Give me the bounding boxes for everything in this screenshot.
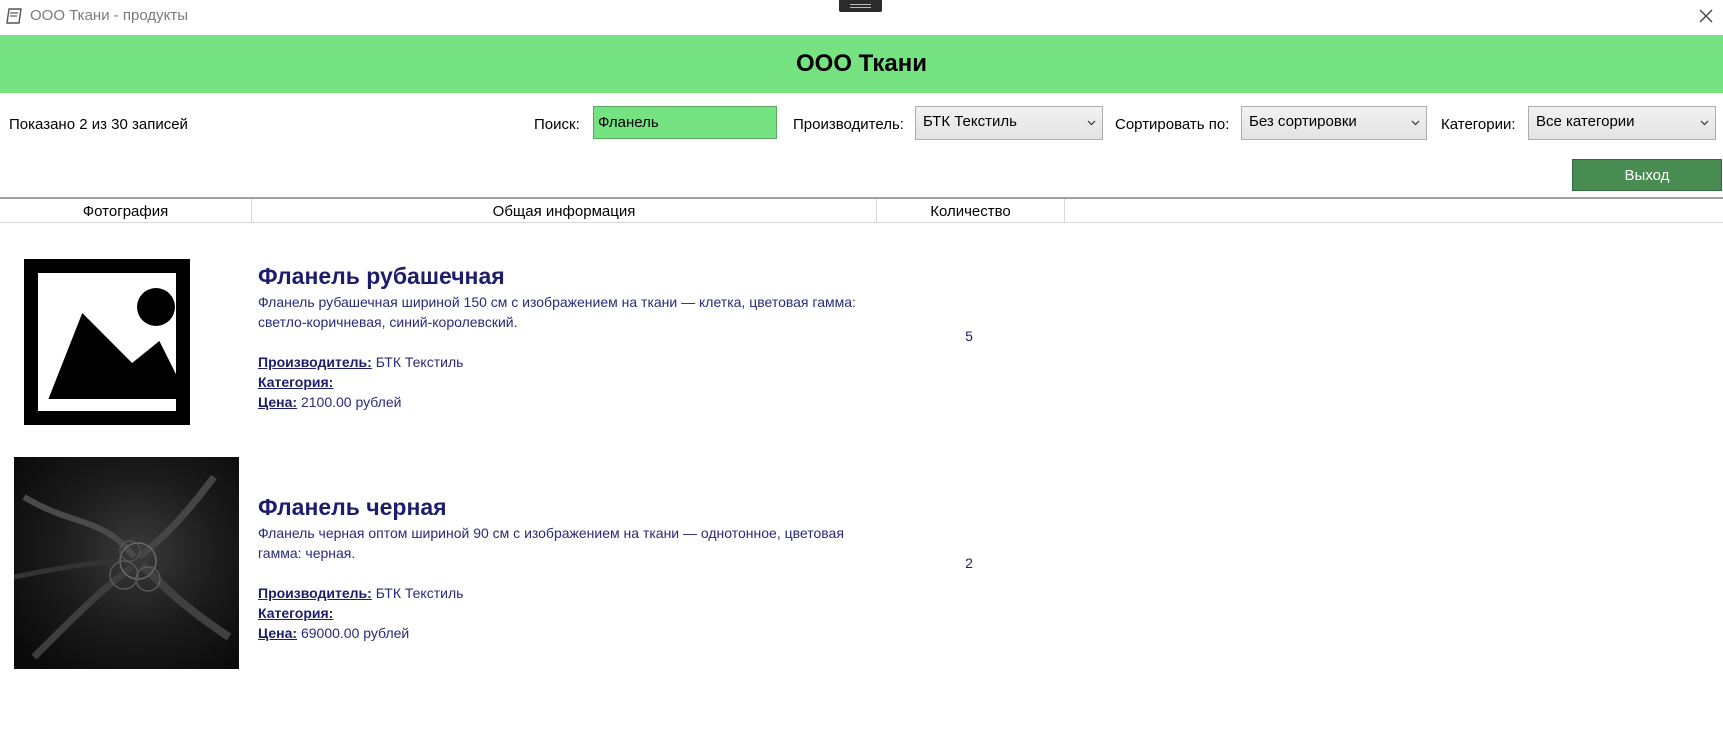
chevron-down-icon	[1700, 120, 1709, 126]
manufacturer-label: Производитель:	[793, 116, 904, 133]
search-label: Поиск:	[534, 116, 580, 133]
product-category: Категория:	[258, 603, 858, 623]
table-row[interactable]: Фланель черная Фланель черная оптом шири…	[0, 455, 1723, 675]
manufacturer-field-label: Производитель:	[258, 585, 372, 601]
window-title: ООО Ткани - продукты	[30, 7, 189, 24]
product-manufacturer: Производитель: БТК Текстиль	[258, 583, 858, 603]
product-description: Фланель рубашечная шириной 150 см с изоб…	[258, 294, 856, 330]
table-row[interactable]: Фланель рубашечная Фланель рубашечная ши…	[0, 228, 1723, 450]
app-header: ООО Ткани	[0, 35, 1723, 93]
price-field-label: Цена:	[258, 625, 298, 641]
black-fabric-photo	[14, 457, 239, 669]
price-field-value: 2100.00 рублей	[300, 394, 402, 410]
product-description: Фланель черная оптом шириной 90 см с изо…	[258, 525, 844, 561]
product-quantity: 2	[965, 555, 973, 571]
price-field-label: Цена:	[258, 394, 298, 410]
sort-label: Сортировать по:	[1115, 116, 1230, 133]
app-icon	[6, 8, 22, 24]
drag-handle[interactable]	[839, 0, 882, 12]
sort-select[interactable]: Без сортировки	[1241, 106, 1427, 140]
exit-button[interactable]: Выход	[1572, 159, 1722, 191]
product-quantity: 5	[965, 328, 973, 344]
product-info: Фланель черная Фланель черная оптом шири…	[258, 493, 858, 643]
grid-header: Фотография Общая информация Количество	[0, 197, 1723, 223]
product-price: Цена: 69000.00 рублей	[258, 623, 858, 643]
manufacturer-field-label: Производитель:	[258, 354, 372, 370]
category-select-value: Все категории	[1536, 113, 1635, 130]
product-category: Категория:	[258, 372, 858, 392]
manufacturer-field-value: БТК Текстиль	[375, 354, 464, 370]
category-label: Категории:	[1441, 116, 1516, 133]
records-count-label: Показано 2 из 30 записей	[9, 116, 188, 133]
product-manufacturer: Производитель: БТК Текстиль	[258, 352, 858, 372]
category-field-label: Категория:	[258, 374, 334, 390]
close-icon[interactable]	[1694, 4, 1718, 28]
product-name: Фланель рубашечная	[258, 263, 505, 289]
category-field-label: Категория:	[258, 605, 334, 621]
search-input[interactable]	[593, 106, 777, 139]
manufacturer-field-value: БТК Текстиль	[375, 585, 464, 601]
image-placeholder-icon	[24, 259, 190, 425]
product-name: Фланель черная	[258, 494, 447, 520]
category-select[interactable]: Все категории	[1528, 106, 1716, 140]
product-price: Цена: 2100.00 рублей	[258, 392, 858, 412]
chevron-down-icon	[1087, 120, 1096, 126]
column-header-photo[interactable]: Фотография	[0, 199, 252, 223]
price-field-value: 69000.00 рублей	[300, 625, 410, 641]
manufacturer-select-value: БТК Текстиль	[923, 113, 1017, 130]
product-info: Фланель рубашечная Фланель рубашечная ши…	[258, 262, 858, 412]
sort-select-value: Без сортировки	[1249, 113, 1357, 130]
manufacturer-select[interactable]: БТК Текстиль	[915, 106, 1103, 140]
column-header-quantity[interactable]: Количество	[877, 199, 1065, 223]
window-titlebar: ООО Ткани - продукты	[0, 0, 1723, 32]
chevron-down-icon	[1411, 120, 1420, 126]
page-title: ООО Ткани	[795, 50, 928, 77]
column-header-info[interactable]: Общая информация	[252, 199, 877, 223]
